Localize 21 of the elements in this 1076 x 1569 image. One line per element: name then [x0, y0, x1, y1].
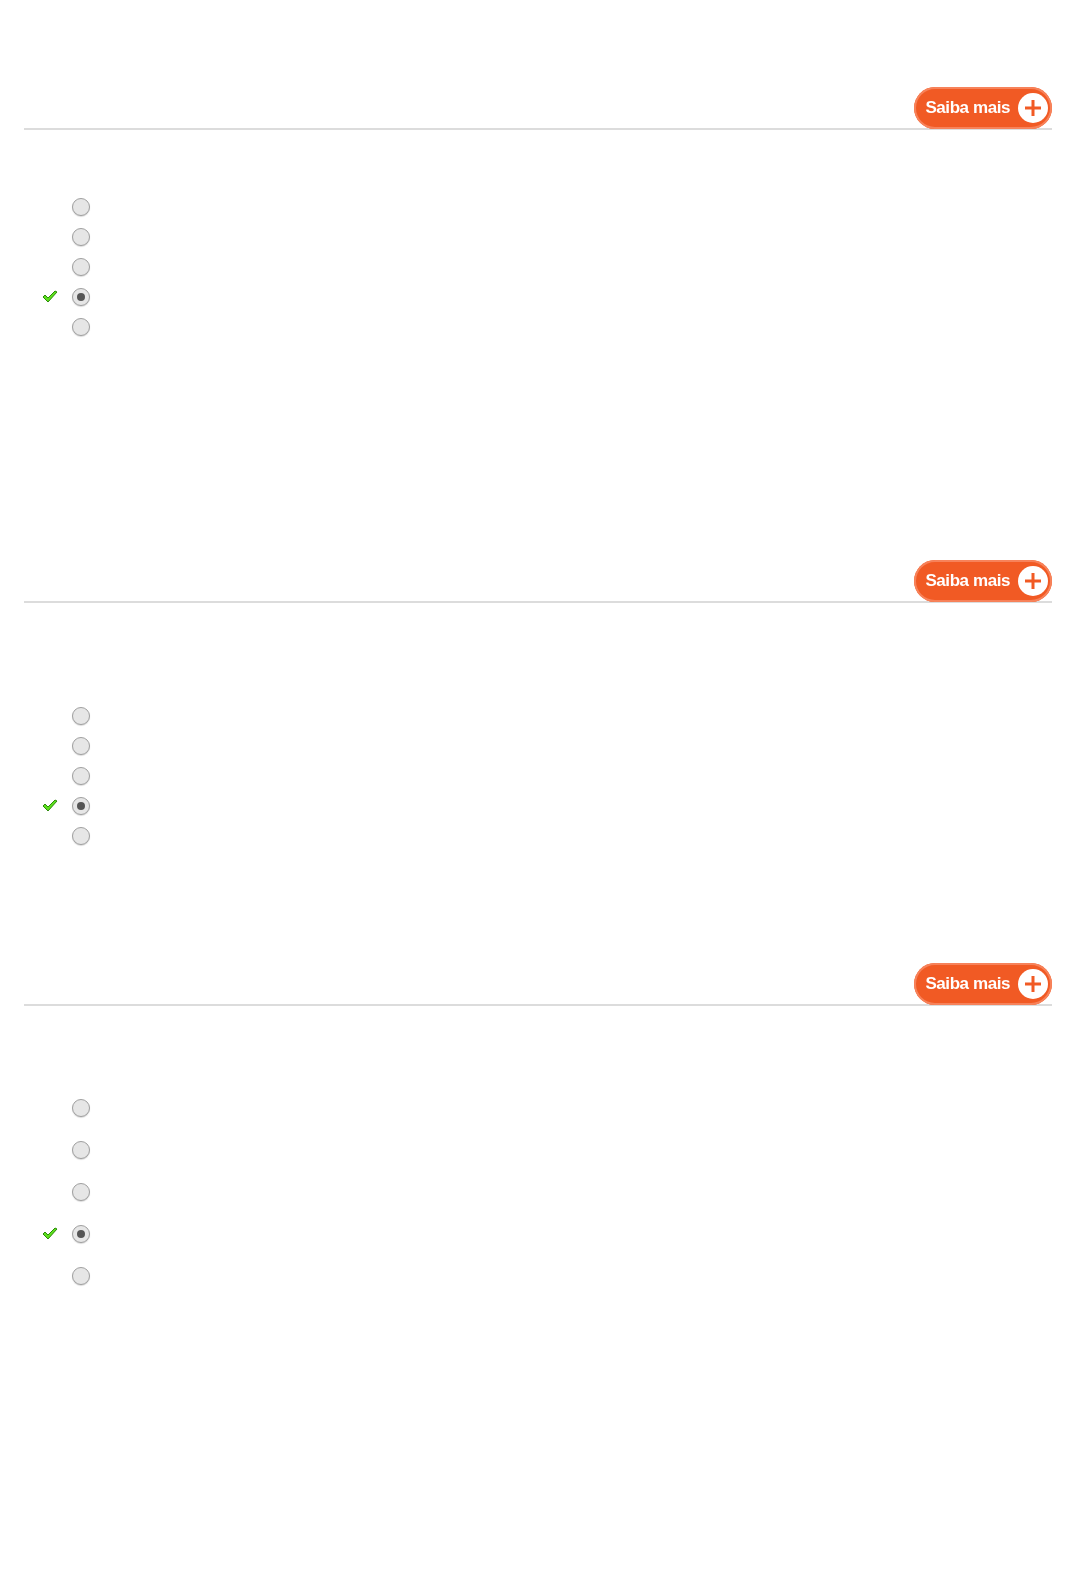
saiba-mais-button[interactable]: Saiba mais [914, 963, 1052, 1005]
radio-button[interactable] [72, 827, 90, 845]
radio-button[interactable] [72, 1267, 90, 1285]
radio-button[interactable] [72, 737, 90, 755]
radio-button[interactable] [72, 707, 90, 725]
plus-icon [1017, 92, 1049, 124]
saiba-mais-button[interactable]: Saiba mais [914, 87, 1052, 129]
radio-button[interactable] [72, 318, 90, 336]
radio-button[interactable] [72, 1183, 90, 1201]
plus-icon [1017, 565, 1049, 597]
plus-icon [1017, 968, 1049, 1000]
radio-button[interactable] [72, 198, 90, 216]
radio-button[interactable] [72, 797, 90, 815]
radio-button[interactable] [72, 1141, 90, 1159]
saiba-mais-button[interactable]: Saiba mais [914, 560, 1052, 602]
radio-button[interactable] [72, 258, 90, 276]
radio-button[interactable] [72, 288, 90, 306]
radio-button[interactable] [72, 767, 90, 785]
radio-button[interactable] [72, 1099, 90, 1117]
radio-button[interactable] [72, 1225, 90, 1243]
radio-button[interactable] [72, 228, 90, 246]
